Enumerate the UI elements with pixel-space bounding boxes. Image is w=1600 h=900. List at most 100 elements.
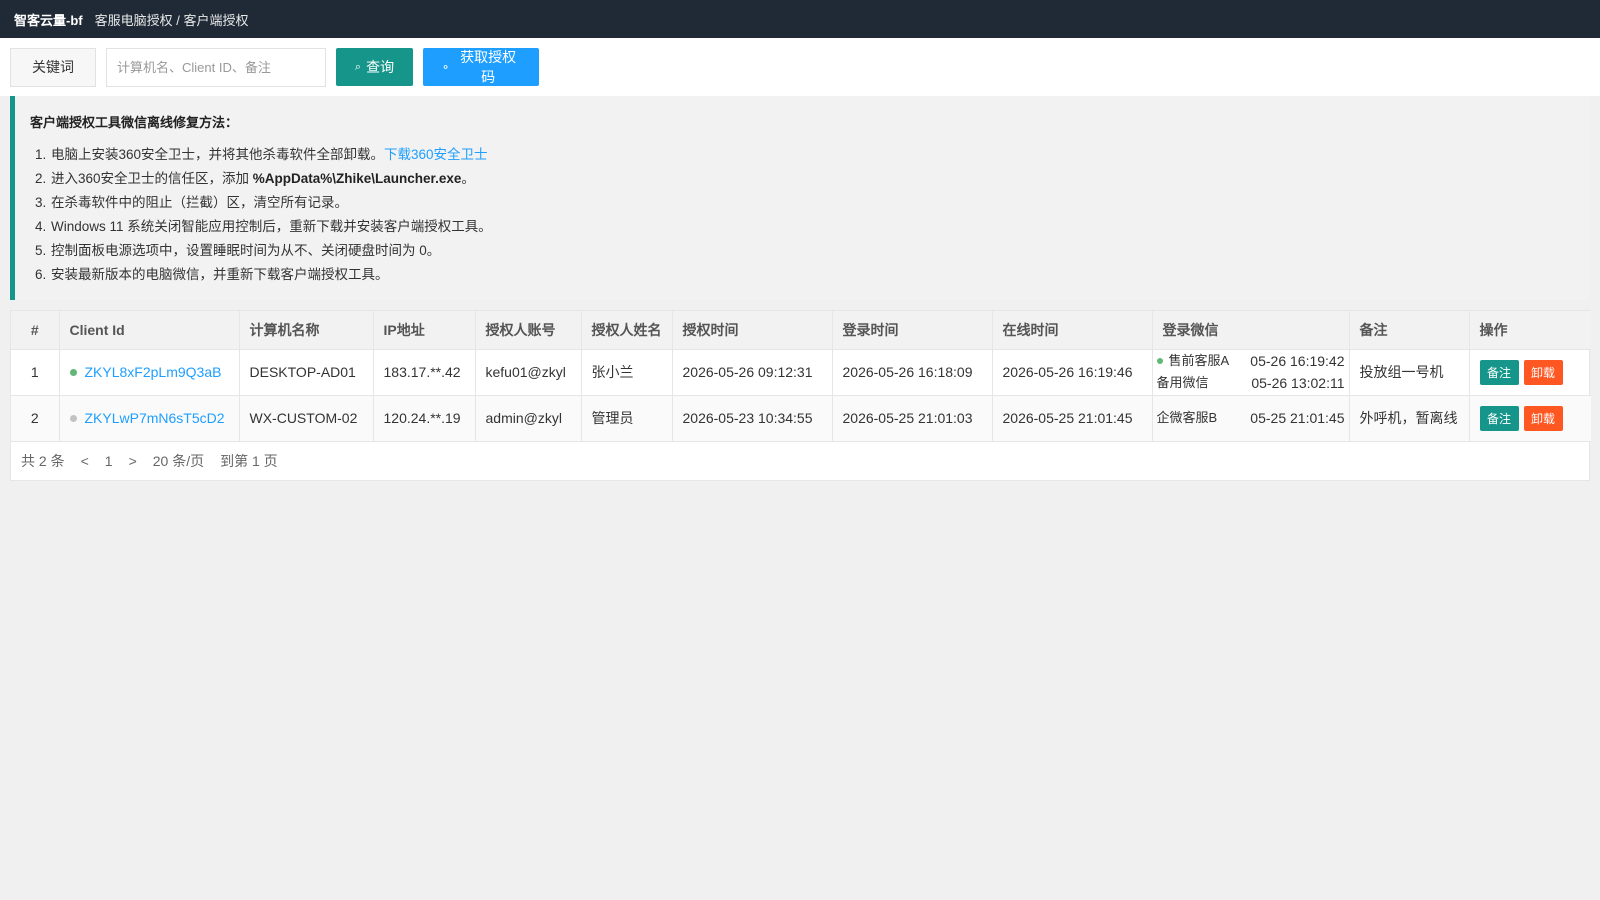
get-auth-code-label: 获取授权码 (460, 49, 517, 85)
wechat-name: 售前客服A (1168, 353, 1230, 368)
col-client-id: Client Id (59, 311, 240, 350)
notice-item-number: 2. (35, 171, 47, 186)
actions-cell: 备注 卸载 (1469, 349, 1591, 396)
wechat-time: 05-26 16:19:42 (1250, 353, 1345, 369)
total-count: 共 2 条 (21, 452, 65, 469)
page-number[interactable]: 1 (105, 453, 113, 469)
notice-item-number: 1. (35, 147, 47, 162)
keyword-label: 关键词 (10, 47, 96, 87)
client-id-cell: ZKYL8xF2pLm9Q3aB (59, 349, 240, 396)
client-table: # Client Id 计算机名称 IP地址 授权人账号 授权人姓名 授权时间 … (11, 311, 1591, 442)
online-time: 2026-05-26 16:19:46 (992, 349, 1153, 396)
query-button[interactable]: ⌕ 查询 (336, 48, 413, 86)
status-online-icon (69, 368, 77, 376)
notice-item-text: 电脑上安装360安全卫士，并将其他杀毒软件全部卸载。 (51, 147, 385, 162)
online-time: 2026-05-25 21:01:45 (992, 395, 1153, 442)
account: admin@zkyl (475, 395, 582, 442)
notice-list: 1. 电脑上安装360安全卫士，并将其他杀毒软件全部卸载。下载360安全卫士 2.… (29, 143, 1590, 287)
client-id-link[interactable]: ZKYL8xF2pLm9Q3aB (85, 364, 222, 380)
table-row: 2 ZKYLwP7mN6sT5cD2 WX-CUSTOM-02 120.24.*… (11, 395, 1591, 442)
col-computer-name: 计算机名称 (239, 311, 374, 350)
wechat-time: 05-26 13:02:11 (1251, 375, 1345, 391)
computer-name: WX-CUSTOM-02 (239, 395, 374, 442)
login-wechat-cell: 企微客服B 05-25 21:01:45 (1152, 395, 1350, 442)
notice-panel: 客户端授权工具微信离线修复方法： 1. 电脑上安装360安全卫士，并将其他杀毒软件… (10, 96, 1590, 300)
notice-item: 6. 安装最新版本的电脑微信，并重新下载客户端授权工具。 (29, 263, 1590, 287)
download-360-link[interactable]: 下载360安全卫士 (384, 147, 488, 162)
col-name: 授权人姓名 (581, 311, 673, 350)
top-bar: 智客云量-bf 客服电脑授权 / 客户端授权 (0, 0, 1600, 38)
notice-item-tail: 。 (461, 171, 475, 186)
notice-item-number: 3. (35, 195, 47, 210)
notice-item-number: 6. (35, 267, 47, 282)
col-note: 备注 (1349, 311, 1470, 350)
unload-button[interactable]: 卸载 (1523, 405, 1563, 431)
launcher-path: %AppData%\Zhike\Launcher.exe (252, 171, 462, 186)
client-table-panel: # Client Id 计算机名称 IP地址 授权人账号 授权人姓名 授权时间 … (10, 310, 1591, 481)
col-actions: 操作 (1469, 311, 1591, 350)
auth-time: 2026-05-23 10:34:55 (672, 395, 833, 442)
actions-cell: 备注 卸载 (1469, 395, 1591, 442)
notice-item: 1. 电脑上安装360安全卫士，并将其他杀毒软件全部卸载。下载360安全卫士 (29, 143, 1590, 167)
client-id-link[interactable]: ZKYLwP7mN6sT5cD2 (85, 410, 225, 426)
next-page-button[interactable]: > (129, 453, 137, 469)
ip-address: 183.17.**.42 (373, 349, 476, 396)
notice-item-number: 4. (35, 219, 47, 234)
table-row: 1 ZKYL8xF2pLm9Q3aB DESKTOP-AD01 183.17.*… (11, 349, 1591, 396)
login-time: 2026-05-26 16:18:09 (832, 349, 993, 396)
account: kefu01@zkyl (475, 349, 582, 396)
auth-time: 2026-05-26 09:12:31 (672, 349, 833, 396)
wechat-entry: 企微客服B 05-25 21:01:45 (1157, 407, 1345, 429)
search-toolbar: 关键词 ⌕ 查询 ⚬ 获取授权码 (0, 38, 1600, 96)
col-login-wechat: 登录微信 (1152, 311, 1350, 350)
app-name: 智客云量-bf (14, 12, 83, 28)
col-online-time: 在线时间 (992, 311, 1153, 350)
notice-item: 3. 在杀毒软件中的阻止（拦截）区，清空所有记录。 (29, 191, 1590, 215)
wechat-time: 05-25 21:01:45 (1250, 410, 1345, 426)
wechat-entry: 备用微信 05-26 13:02:11 (1157, 372, 1345, 394)
breadcrumb: 客服电脑授权 / 客户端授权 (94, 12, 249, 28)
notice-item: 2. 进入360安全卫士的信任区，添加 %AppData%\Zhike\Launc… (29, 167, 1590, 191)
search-icon: ⌕ (354, 60, 362, 73)
note-button[interactable]: 备注 (1479, 405, 1519, 431)
col-login-time: 登录时间 (832, 311, 993, 350)
person-name: 管理员 (581, 395, 673, 442)
notice-item-number: 5. (35, 243, 47, 258)
prev-page-button[interactable]: < (81, 453, 89, 469)
get-auth-code-button[interactable]: ⚬ 获取授权码 (423, 48, 539, 86)
col-account: 授权人账号 (475, 311, 582, 350)
notice-item: 4. Windows 11 系统关闭智能应用控制后，重新下载并安装客户端授权工具。 (29, 215, 1590, 239)
login-time: 2026-05-25 21:01:03 (832, 395, 993, 442)
query-button-label: 查询 (366, 59, 395, 75)
row-index: 2 (11, 395, 60, 442)
wechat-entry: 售前客服A 05-26 16:19:42 (1156, 350, 1345, 372)
wechat-name: 企微客服B (1156, 410, 1218, 425)
pagination: 共 2 条 < 1 > 20 条/页 到第 1 页 (11, 442, 1589, 480)
note-button[interactable]: 备注 (1479, 359, 1519, 385)
client-id-cell: ZKYLwP7mN6sT5cD2 (59, 395, 240, 442)
notice-item: 5. 控制面板电源选项中，设置睡眠时间为从不、关闭硬盘时间为 0。 (29, 239, 1590, 263)
notice-title: 客户端授权工具微信离线修复方法： (30, 115, 239, 130)
login-wechat-cell: 售前客服A 05-26 16:19:42 备用微信 05-26 13:02:11 (1152, 349, 1350, 396)
note: 外呼机，暂离线 (1349, 395, 1470, 442)
computer-name: DESKTOP-AD01 (239, 349, 374, 396)
col-index: # (11, 311, 60, 350)
goto-page[interactable]: 到第 1 页 (220, 451, 278, 471)
person-name: 张小兰 (581, 349, 673, 396)
col-ip: IP地址 (373, 311, 476, 350)
notice-item-text: 进入360安全卫士的信任区，添加 (51, 171, 253, 186)
page-size-select[interactable]: 20 条/页 (153, 451, 204, 471)
status-offline-icon (69, 414, 77, 422)
search-input[interactable] (106, 47, 326, 87)
dot-icon: ⚬ (441, 61, 451, 74)
notice-item-text: 安装最新版本的电脑微信，并重新下载客户端授权工具。 (51, 267, 389, 282)
row-index: 1 (11, 349, 60, 396)
wechat-online-icon (1156, 357, 1163, 364)
notice-item-text: 在杀毒软件中的阻止（拦截）区，清空所有记录。 (51, 195, 348, 210)
unload-button[interactable]: 卸载 (1523, 359, 1563, 385)
note: 投放组一号机 (1349, 349, 1470, 396)
notice-item-text: 控制面板电源选项中，设置睡眠时间为从不、关闭硬盘时间为 0。 (51, 243, 441, 258)
col-auth-time: 授权时间 (672, 311, 833, 350)
ip-address: 120.24.**.19 (373, 395, 476, 442)
notice-item-text: Windows 11 系统关闭智能应用控制后，重新下载并安装客户端授权工具。 (51, 219, 492, 234)
